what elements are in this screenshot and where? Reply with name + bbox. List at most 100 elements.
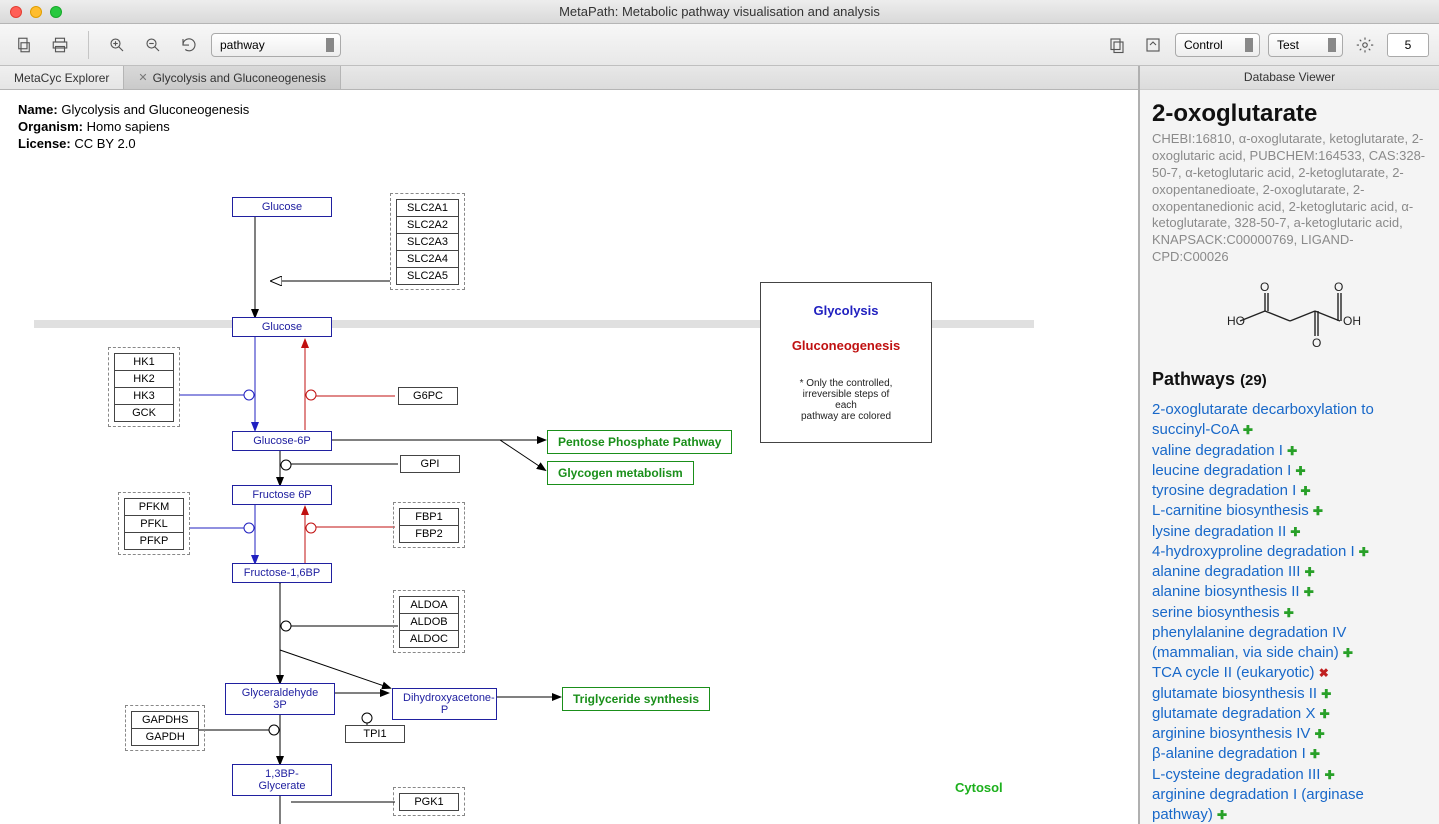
add-icon[interactable]: ✚ [1313, 504, 1323, 518]
print-button[interactable] [46, 31, 74, 59]
add-icon[interactable]: ✚ [1304, 585, 1314, 599]
refresh-button[interactable] [175, 31, 203, 59]
gene-fbp1[interactable]: FBP1 [399, 508, 459, 526]
pathway-link[interactable]: tyrosine degradation I ✚ [1152, 482, 1311, 499]
gene-group-pgk: PGK1 [393, 787, 465, 816]
gene-hk1[interactable]: HK1 [114, 353, 174, 371]
add-icon[interactable]: ✚ [1295, 464, 1305, 478]
add-icon[interactable]: ✚ [1359, 545, 1369, 559]
main-area: MetaCyc Explorer ✕ Glycolysis and Glucone… [0, 66, 1439, 824]
gene-hk2[interactable]: HK2 [114, 370, 174, 388]
gene-aldoc[interactable]: ALDOC [399, 630, 459, 648]
met-glucose-int[interactable]: Glucose [232, 317, 332, 337]
met-glucose-ext[interactable]: Glucose [232, 197, 332, 217]
control-select[interactable]: Control▴▾ [1175, 33, 1260, 57]
gene-slc2a5[interactable]: SLC2A5 [396, 267, 459, 285]
met-gap[interactable]: Glyceraldehyde 3P [225, 683, 335, 715]
gene-gapdh[interactable]: GAPDH [131, 728, 199, 746]
add-icon[interactable]: ✚ [1305, 565, 1315, 579]
zoom-window-button[interactable] [50, 6, 62, 18]
zoom-out-button[interactable] [139, 31, 167, 59]
close-icon[interactable]: ✕ [138, 71, 147, 84]
compartment-label: Cytosol [955, 780, 1003, 795]
gene-group-fbp: FBP1 FBP2 [393, 502, 465, 548]
add-icon[interactable]: ✚ [1343, 646, 1353, 660]
tab-bar: MetaCyc Explorer ✕ Glycolysis and Glucone… [0, 66, 1138, 90]
tab-glycolysis[interactable]: ✕ Glycolysis and Gluconeogenesis [124, 66, 341, 89]
pathway-link[interactable]: L-carnitine biosynthesis ✚ [1152, 502, 1323, 519]
add-icon[interactable]: ✚ [1320, 707, 1330, 721]
gene-gck[interactable]: GCK [114, 404, 174, 422]
gene-hk3[interactable]: HK3 [114, 387, 174, 405]
pathway-link[interactable]: alanine biosynthesis II ✚ [1152, 583, 1314, 600]
new-doc-button[interactable] [10, 31, 38, 59]
pathway-canvas[interactable]: Name: Glycolysis and Gluconeogenesis Org… [0, 90, 1138, 824]
test-select-label: Test [1277, 38, 1299, 52]
gene-pfkp[interactable]: PFKP [124, 532, 184, 550]
gene-aldoa[interactable]: ALDOA [399, 596, 459, 614]
gene-group-aldo: ALDOA ALDOB ALDOC [393, 590, 465, 653]
export-button[interactable] [1139, 31, 1167, 59]
pathway-link[interactable]: L-cysteine degradation III ✚ [1152, 766, 1335, 783]
pathway-link[interactable]: alanine degradation III ✚ [1152, 563, 1315, 580]
gene-tpi1[interactable]: TPI1 [345, 725, 405, 743]
add-icon[interactable]: ✚ [1310, 747, 1320, 761]
add-icon[interactable]: ✚ [1321, 687, 1331, 701]
number-input[interactable] [1387, 33, 1429, 57]
gene-pfkl[interactable]: PFKL [124, 515, 184, 533]
met-bpg[interactable]: 1,3BP-Glycerate [232, 764, 332, 796]
remove-icon[interactable]: ✖ [1319, 666, 1329, 680]
pathway-link[interactable]: serine biosynthesis ✚ [1152, 604, 1294, 621]
close-window-button[interactable] [10, 6, 22, 18]
gene-slc2a4[interactable]: SLC2A4 [396, 250, 459, 268]
gene-slc2a2[interactable]: SLC2A2 [396, 216, 459, 234]
add-icon[interactable]: ✚ [1284, 606, 1294, 620]
met-dhap[interactable]: Dihydroxyacetone-P [392, 688, 497, 720]
pathway-link[interactable]: phenylalanine degradation IV (mammalian,… [1152, 624, 1353, 661]
pathway-link[interactable]: TCA cycle II (eukaryotic) ✖ [1152, 664, 1329, 681]
add-icon[interactable]: ✚ [1325, 768, 1335, 782]
gene-fbp2[interactable]: FBP2 [399, 525, 459, 543]
link-glycogen[interactable]: Glycogen metabolism [547, 461, 694, 485]
zoom-in-button[interactable] [103, 31, 131, 59]
pathway-link[interactable]: glutamate degradation X ✚ [1152, 705, 1330, 722]
link-triglyceride[interactable]: Triglyceride synthesis [562, 687, 710, 711]
copy-button[interactable] [1103, 31, 1131, 59]
gene-aldob[interactable]: ALDOB [399, 613, 459, 631]
add-icon[interactable]: ✚ [1217, 808, 1227, 822]
minimize-window-button[interactable] [30, 6, 42, 18]
window-controls [10, 6, 62, 18]
pathway-select[interactable]: pathway▴▾ [211, 33, 341, 57]
gene-slc2a3[interactable]: SLC2A3 [396, 233, 459, 251]
test-select[interactable]: Test▴▾ [1268, 33, 1343, 57]
pathway-link[interactable]: 2-oxoglutarate decarboxylation to succin… [1152, 401, 1374, 438]
add-icon[interactable]: ✚ [1287, 444, 1297, 458]
met-f6p[interactable]: Fructose 6P [232, 485, 332, 505]
link-ppp[interactable]: Pentose Phosphate Pathway [547, 430, 732, 454]
pathway-link[interactable]: valine degradation I ✚ [1152, 442, 1297, 459]
pathway-link[interactable]: leucine degradation I ✚ [1152, 462, 1306, 479]
add-icon[interactable]: ✚ [1290, 525, 1300, 539]
pathway-link[interactable]: arginine biosynthesis IV ✚ [1152, 725, 1325, 742]
add-icon[interactable]: ✚ [1243, 423, 1253, 437]
tab-metacyc-explorer[interactable]: MetaCyc Explorer [0, 66, 124, 89]
svg-text:OH: OH [1343, 314, 1361, 328]
gene-gapdhs[interactable]: GAPDHS [131, 711, 199, 729]
gene-pfkm[interactable]: PFKM [124, 498, 184, 516]
pathway-link[interactable]: glutamate biosynthesis II ✚ [1152, 685, 1331, 702]
toolbar-divider [88, 31, 89, 59]
add-icon[interactable]: ✚ [1315, 727, 1325, 741]
gene-gpi[interactable]: GPI [400, 455, 460, 473]
gene-slc2a1[interactable]: SLC2A1 [396, 199, 459, 217]
met-f16bp[interactable]: Fructose-1,6BP [232, 563, 332, 583]
pathway-link[interactable]: β-alanine degradation I ✚ [1152, 745, 1320, 762]
pathway-link[interactable]: arginine degradation I (arginase pathway… [1152, 786, 1364, 823]
met-g6p[interactable]: Glucose-6P [232, 431, 332, 451]
pathway-link[interactable]: lysine degradation II ✚ [1152, 523, 1300, 540]
settings-button[interactable] [1351, 31, 1379, 59]
gene-pgk1[interactable]: PGK1 [399, 793, 459, 811]
add-icon[interactable]: ✚ [1300, 484, 1310, 498]
pathway-link[interactable]: 4-hydroxyproline degradation I ✚ [1152, 543, 1369, 560]
gene-g6pc[interactable]: G6PC [398, 387, 458, 405]
tab-label: Glycolysis and Gluconeogenesis [153, 71, 326, 85]
